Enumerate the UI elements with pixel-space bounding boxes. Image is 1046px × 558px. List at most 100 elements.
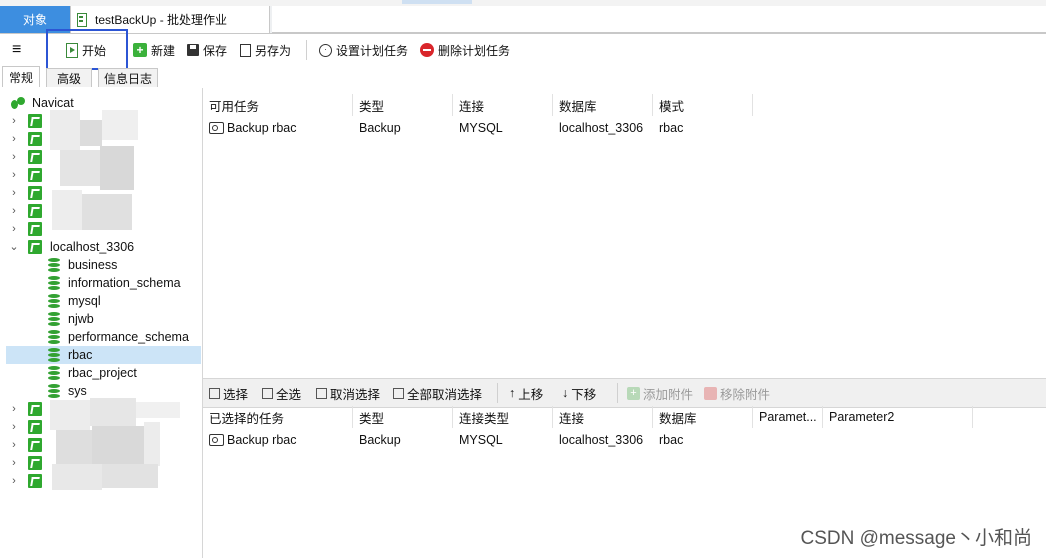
schedule-button[interactable]: · 设置计划任务 bbox=[319, 40, 408, 60]
tab-bar: 对象 testBackUp - 批处理作业 bbox=[0, 6, 1046, 34]
server-icon bbox=[28, 402, 42, 416]
col-header-database[interactable]: 数据库 bbox=[653, 406, 753, 428]
database-icon bbox=[48, 312, 60, 326]
col-header-available-task[interactable]: 可用任务 bbox=[203, 94, 353, 116]
tree-database[interactable]: rbac bbox=[6, 346, 201, 364]
deselect-button[interactable]: 取消选择 bbox=[316, 383, 380, 403]
col-header-type[interactable]: 类型 bbox=[353, 94, 453, 116]
select-label: 选择 bbox=[223, 387, 249, 402]
deselect-all-icon bbox=[393, 387, 404, 399]
available-tasks-panel: 可用任务 类型 连接 数据库 模式 Backup rbac Backup MYS… bbox=[203, 94, 1046, 376]
table-row[interactable]: Backup rbac Backup MYSQL localhost_3306 … bbox=[203, 430, 1046, 450]
database-icon bbox=[48, 258, 60, 272]
col-header-parameter2[interactable]: Parameter2 bbox=[823, 406, 973, 428]
menu-button[interactable]: ≡ bbox=[12, 40, 21, 60]
server-icon bbox=[28, 474, 42, 488]
server-icon bbox=[28, 222, 42, 236]
table-row[interactable]: Backup rbac Backup MYSQL localhost_3306 … bbox=[203, 118, 1046, 138]
deselect-all-button[interactable]: 全部取消选择 bbox=[393, 383, 482, 403]
tree-database[interactable]: information_schema bbox=[0, 274, 202, 292]
select-all-label: 全选 bbox=[276, 387, 302, 402]
delete-schedule-label: 删除计划任务 bbox=[438, 43, 511, 58]
server-icon bbox=[28, 114, 42, 128]
col-header-connection[interactable]: 连接 bbox=[453, 94, 553, 116]
connection-label: localhost_3306 bbox=[50, 240, 135, 254]
task-action-bar: 选择 全选 取消选择 全部取消选择 ↑ 上移 ↓ 下移 + 添加附件 移除附件 bbox=[203, 378, 1046, 408]
remove-attachment-label: 移除附件 bbox=[720, 387, 771, 402]
action-divider bbox=[617, 383, 618, 403]
redacted-block bbox=[46, 398, 186, 494]
add-attachment-button[interactable]: + 添加附件 bbox=[627, 383, 693, 403]
chevron-right-icon: › bbox=[12, 421, 16, 433]
connection-tree: Navicat › › › › › › › ⌄ localhost_3306 ›… bbox=[0, 88, 203, 558]
new-button[interactable]: + 新建 bbox=[133, 40, 175, 60]
save-icon bbox=[187, 44, 199, 56]
chevron-down-icon: ⌄ bbox=[9, 241, 19, 253]
move-down-label: 下移 bbox=[571, 387, 597, 402]
tree-connection[interactable]: ⌄ localhost_3306 bbox=[0, 238, 202, 256]
chevron-right-icon: › bbox=[12, 439, 16, 451]
tree-database[interactable]: sys bbox=[0, 382, 202, 400]
subtab-advanced[interactable]: 高级 bbox=[46, 68, 92, 87]
job-file-icon bbox=[77, 12, 87, 27]
select-all-button[interactable]: 全选 bbox=[262, 383, 301, 403]
server-icon bbox=[28, 186, 42, 200]
subtab-log[interactable]: 信息日志 bbox=[98, 68, 158, 87]
hamburger-icon: ≡ bbox=[12, 41, 22, 58]
arrow-down-icon: ↓ bbox=[562, 386, 569, 400]
task-name: Backup rbac bbox=[227, 121, 297, 135]
connection-cell: localhost_3306 bbox=[559, 433, 644, 447]
database-label: performance_schema bbox=[68, 330, 189, 344]
start-highlight-box bbox=[46, 29, 128, 70]
move-down-button[interactable]: ↓ 下移 bbox=[562, 383, 596, 403]
clock-icon: · bbox=[319, 43, 332, 57]
save-as-label: 另存为 bbox=[255, 43, 292, 58]
deselect-label: 取消选择 bbox=[330, 387, 381, 402]
schema-cell: rbac bbox=[659, 121, 684, 135]
redacted-block bbox=[46, 106, 142, 238]
col-header-type[interactable]: 类型 bbox=[353, 406, 453, 428]
watermark: CSDN @message丶小和尚 bbox=[800, 528, 1033, 549]
database-label: mysql bbox=[68, 294, 101, 308]
select-button[interactable]: 选择 bbox=[209, 383, 248, 403]
server-icon bbox=[28, 240, 42, 254]
server-icon bbox=[28, 132, 42, 146]
move-up-label: 上移 bbox=[518, 387, 544, 402]
tree-database[interactable]: njwb bbox=[0, 310, 202, 328]
remove-attachment-icon bbox=[704, 386, 717, 400]
server-icon bbox=[28, 438, 42, 452]
deselect-icon bbox=[316, 387, 327, 399]
tree-database[interactable]: business bbox=[0, 256, 202, 274]
tree-database[interactable]: rbac_project bbox=[0, 364, 202, 382]
add-attachment-label: 添加附件 bbox=[643, 387, 694, 402]
server-icon bbox=[28, 150, 42, 164]
col-header-parameter1[interactable]: Paramet... bbox=[753, 406, 823, 428]
database-label: rbac_project bbox=[68, 366, 137, 380]
database-icon bbox=[48, 276, 60, 290]
database-icon bbox=[48, 330, 60, 344]
tree-database[interactable]: performance_schema bbox=[0, 328, 202, 346]
toolbar-divider bbox=[306, 40, 307, 60]
tree-database[interactable]: mysql bbox=[0, 292, 202, 310]
task-name: Backup rbac bbox=[227, 433, 297, 447]
chevron-right-icon: › bbox=[12, 403, 16, 415]
tab-batch-job-label: testBackUp - 批处理作业 bbox=[95, 13, 228, 27]
add-attachment-icon: + bbox=[627, 386, 640, 400]
col-header-schema[interactable]: 模式 bbox=[653, 94, 753, 116]
col-header-connection-type[interactable]: 连接类型 bbox=[453, 406, 553, 428]
chevron-right-icon: › bbox=[12, 475, 16, 487]
delete-schedule-button[interactable]: 删除计划任务 bbox=[420, 40, 510, 60]
arrow-up-icon: ↑ bbox=[509, 386, 516, 400]
remove-attachment-button[interactable]: 移除附件 bbox=[704, 383, 770, 403]
col-header-connection[interactable]: 连接 bbox=[553, 406, 653, 428]
schedule-label: 设置计划任务 bbox=[336, 43, 409, 58]
server-icon bbox=[28, 168, 42, 182]
col-header-selected-task[interactable]: 已选择的任务 bbox=[203, 406, 353, 428]
col-header-database[interactable]: 数据库 bbox=[553, 94, 653, 116]
task-cell: Backup rbac bbox=[203, 118, 353, 138]
move-up-button[interactable]: ↑ 上移 bbox=[509, 383, 543, 403]
subtab-general[interactable]: 常规 bbox=[2, 66, 40, 87]
save-as-button[interactable]: 另存为 bbox=[240, 40, 291, 60]
server-icon bbox=[28, 420, 42, 434]
save-button[interactable]: 保存 bbox=[187, 40, 227, 60]
